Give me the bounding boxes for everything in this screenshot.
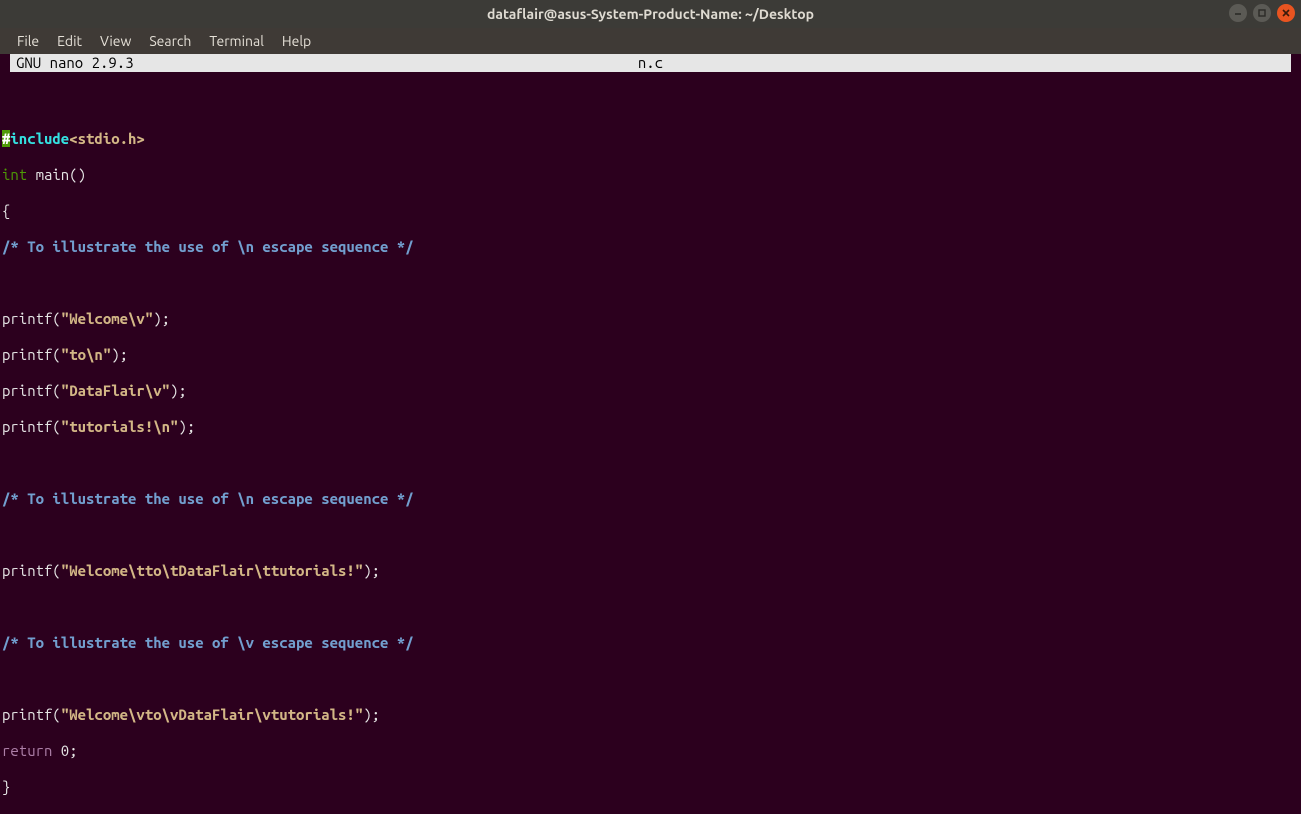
blank-line xyxy=(2,94,1301,112)
return-value: 0; xyxy=(52,742,77,759)
menu-view[interactable]: View xyxy=(91,30,140,52)
window-controls xyxy=(1229,4,1295,22)
menu-terminal[interactable]: Terminal xyxy=(200,30,273,52)
comment: /* To illustrate the use of \n escape se… xyxy=(2,490,414,507)
comment: /* To illustrate the use of \n escape se… xyxy=(2,238,414,255)
string-literal: "Welcome\tto\tDataFlair\ttutorials!" xyxy=(61,562,363,579)
include-header: <stdio.h> xyxy=(69,130,145,147)
comment: /* To illustrate the use of \v escape se… xyxy=(2,634,414,651)
menu-help[interactable]: Help xyxy=(273,30,320,52)
string-literal: "to\n" xyxy=(61,346,111,363)
code-line: return 0; xyxy=(2,742,1301,760)
editor-area[interactable]: #include<stdio.h> int main() { /* To ill… xyxy=(0,72,1301,814)
string-literal: "Welcome\v" xyxy=(61,310,153,327)
code-line: { xyxy=(2,202,1301,220)
string-literal: "DataFlair\v" xyxy=(61,382,170,399)
code-line: printf("Welcome\vto\vDataFlair\vtutorial… xyxy=(2,706,1301,724)
main-decl: main() xyxy=(27,166,86,183)
nano-filename: n.c xyxy=(10,54,1291,72)
type-keyword: int xyxy=(2,166,27,183)
blank-line xyxy=(2,598,1301,616)
window-titlebar: dataflair@asus-System-Product-Name: ~/De… xyxy=(0,0,1301,28)
blank-line xyxy=(2,454,1301,472)
maximize-button[interactable] xyxy=(1253,4,1271,22)
code-line: printf("Welcome\tto\tDataFlair\ttutorial… xyxy=(2,562,1301,580)
code-line: printf("to\n"); xyxy=(2,346,1301,364)
blank-line xyxy=(2,670,1301,688)
code-line: printf("tutorials!\n"); xyxy=(2,418,1301,436)
menu-search[interactable]: Search xyxy=(140,30,200,52)
string-literal: "Welcome\vto\vDataFlair\vtutorials!" xyxy=(61,706,363,723)
code-line: printf("DataFlair\v"); xyxy=(2,382,1301,400)
code-line: printf("Welcome\v"); xyxy=(2,310,1301,328)
string-literal: "tutorials!\n" xyxy=(61,418,179,435)
nano-header-bar: GNU nano 2.9.3 n.c xyxy=(10,54,1291,72)
blank-line xyxy=(2,526,1301,544)
menu-edit[interactable]: Edit xyxy=(48,30,91,52)
blank-line xyxy=(2,274,1301,292)
code-line: /* To illustrate the use of \n escape se… xyxy=(2,238,1301,256)
code-line: /* To illustrate the use of \n escape se… xyxy=(2,490,1301,508)
close-button[interactable] xyxy=(1277,4,1295,22)
maximize-icon xyxy=(1257,8,1267,18)
menu-file[interactable]: File xyxy=(8,30,48,52)
code-line: /* To illustrate the use of \v escape se… xyxy=(2,634,1301,652)
code-line: } xyxy=(2,778,1301,796)
close-icon xyxy=(1281,8,1291,18)
window-title: dataflair@asus-System-Product-Name: ~/De… xyxy=(487,6,814,22)
code-line: #include<stdio.h> xyxy=(2,130,1301,148)
code-line: int main() xyxy=(2,166,1301,184)
minimize-button[interactable] xyxy=(1229,4,1247,22)
minimize-icon xyxy=(1233,8,1243,18)
include-keyword: include xyxy=(10,130,69,147)
return-keyword: return xyxy=(2,742,52,759)
menu-bar: File Edit View Search Terminal Help xyxy=(0,28,1301,54)
